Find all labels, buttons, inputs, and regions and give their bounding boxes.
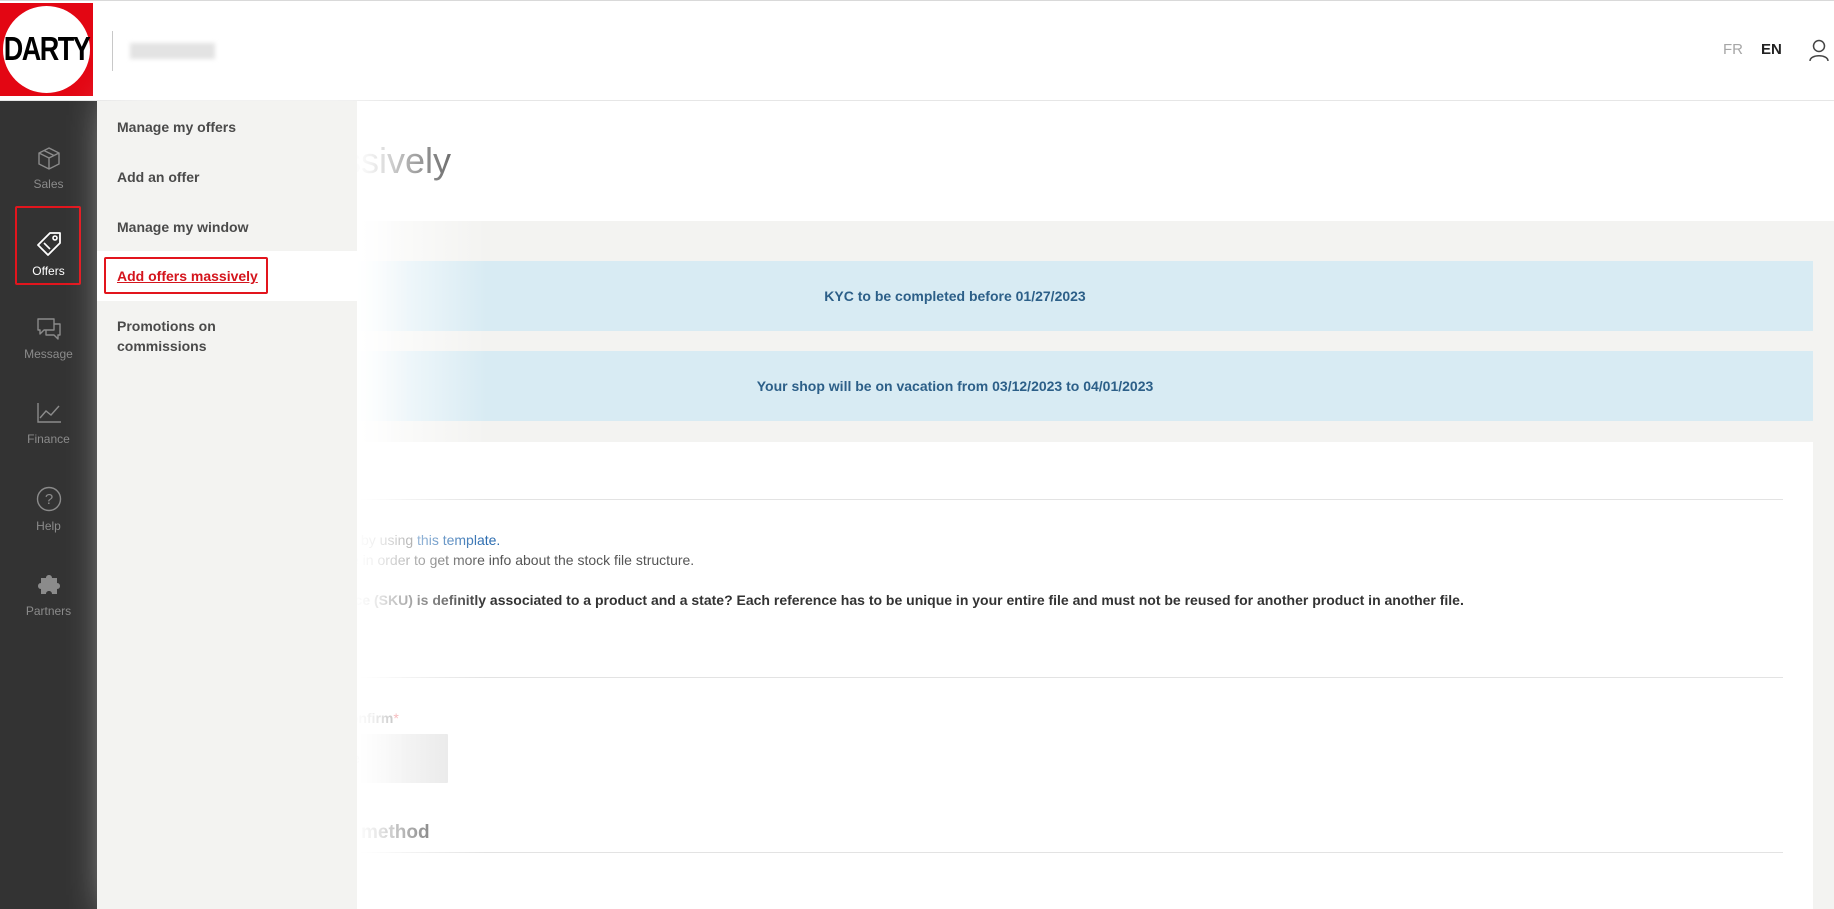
- submenu-item-manage-window[interactable]: Manage my window: [97, 217, 357, 237]
- submenu-label: Add an offer: [117, 169, 200, 185]
- kyc-alert-text: KYC to be completed before 01/27/2023: [824, 288, 1086, 304]
- template-instruction: by using this template.: [361, 532, 500, 548]
- submenu-label-line1: Promotions on: [117, 318, 216, 334]
- top-header: DARTY FR EN: [0, 0, 1834, 101]
- rail-item-sales[interactable]: Sales: [0, 131, 97, 211]
- submenu-label-line2: commissions: [117, 338, 207, 354]
- rail-label-finance: Finance: [27, 432, 70, 446]
- logo-circle: DARTY: [3, 6, 91, 93]
- rail-label-offers: Offers: [32, 264, 65, 278]
- darty-logo[interactable]: DARTY: [0, 3, 93, 96]
- svg-text:?: ?: [44, 491, 52, 508]
- rail-item-message[interactable]: Message: [0, 301, 97, 381]
- submenu-item-promotions[interactable]: Promotions on commissions: [97, 316, 357, 356]
- template-link[interactable]: this template.: [417, 532, 500, 548]
- rail-label-sales: Sales: [33, 177, 64, 191]
- rail-item-offers[interactable]: Offers: [0, 216, 97, 296]
- page-title: ssively: [343, 140, 452, 181]
- header-divider: [112, 31, 113, 71]
- rail-label-message: Message: [24, 347, 73, 361]
- sku-warning: nce (SKU) is definitly associated to a p…: [346, 592, 1464, 608]
- rail-label-partners: Partners: [25, 604, 72, 618]
- submenu-label: Manage my window: [117, 219, 249, 235]
- help-icon: ?: [36, 486, 61, 512]
- rail-item-help[interactable]: ? Help: [0, 471, 97, 551]
- submenu-item-add-offer[interactable]: Add an offer: [97, 167, 357, 187]
- puzzle-icon: [37, 575, 60, 594]
- submenu-label: Add offers massively: [117, 268, 258, 284]
- template-prefix: by using: [361, 532, 418, 548]
- rail-label-help: Help: [36, 519, 61, 533]
- shop-name-redacted: [130, 43, 215, 59]
- section-title-method: method: [361, 822, 430, 843]
- offers-submenu: Manage my offers Add an offer Manage my …: [97, 101, 357, 909]
- chat-icon: [36, 318, 61, 340]
- rail-item-partners[interactable]: Partners: [0, 556, 97, 636]
- structure-text: in order to get more info about the stoc…: [358, 552, 695, 568]
- rail-item-finance[interactable]: Finance: [0, 386, 97, 466]
- submenu-item-manage-offers[interactable]: Manage my offers: [97, 117, 357, 137]
- submenu-item-add-offers-massively[interactable]: Add offers massively: [97, 251, 357, 301]
- user-icon[interactable]: [1808, 38, 1830, 62]
- vacation-alert-text: Your shop will be on vacation from 03/12…: [756, 378, 1154, 394]
- box-icon: [37, 147, 60, 170]
- language-fr[interactable]: FR: [1723, 41, 1743, 58]
- language-en[interactable]: EN: [1761, 41, 1782, 58]
- chart-line-icon: [36, 403, 61, 423]
- tag-icon: [36, 232, 61, 256]
- required-marker: *: [393, 710, 399, 726]
- structure-instruction: e in order to get more info about the st…: [351, 552, 694, 568]
- submenu-label: Manage my offers: [117, 119, 237, 135]
- logo-text: DARTY: [3, 30, 91, 68]
- left-nav-rail: Sales Offers Message Finance ? Help Part…: [0, 101, 97, 909]
